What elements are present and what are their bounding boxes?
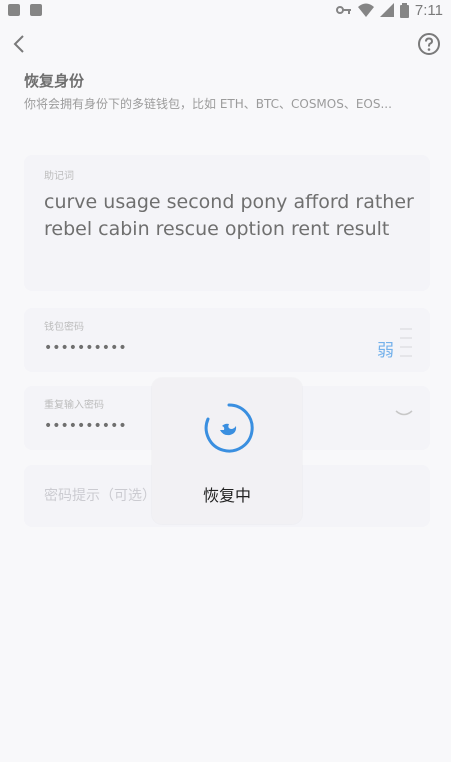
loading-overlay: 恢复中: [0, 0, 451, 762]
loading-dialog: 恢复中: [152, 378, 302, 524]
loading-text: 恢复中: [202, 486, 251, 505]
loading-spinner-icon: [204, 403, 254, 453]
